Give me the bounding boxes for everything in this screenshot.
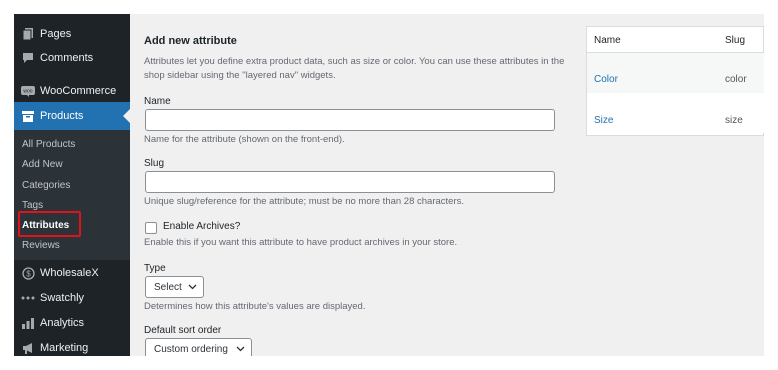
svg-text:woo: woo bbox=[23, 88, 32, 94]
name-description: Name for the attribute (shown on the fro… bbox=[144, 134, 345, 145]
attributes-table: Name Slug Color color Size size bbox=[586, 26, 764, 136]
svg-text:$: $ bbox=[26, 269, 31, 278]
name-label: Name bbox=[144, 96, 171, 107]
sidebar-item-woocommerce[interactable]: woo WooCommerce bbox=[14, 77, 130, 105]
attribute-slug: color bbox=[725, 74, 747, 85]
type-description: Determines how this attribute's values a… bbox=[144, 301, 366, 312]
form-intro: Attributes let you define extra product … bbox=[144, 56, 565, 81]
submenu-categories[interactable]: Categories bbox=[22, 180, 70, 191]
column-header-slug[interactable]: Slug bbox=[725, 35, 745, 46]
marketing-icon bbox=[21, 341, 35, 355]
table-row: Color color bbox=[587, 53, 764, 93]
sidebar-item-label: WholesaleX bbox=[40, 267, 99, 279]
sidebar-item-marketing[interactable]: Marketing bbox=[14, 334, 130, 356]
sidebar-item-label: Marketing bbox=[40, 342, 89, 354]
submenu-reviews[interactable]: Reviews bbox=[22, 240, 60, 251]
table-row: Size size bbox=[587, 93, 764, 133]
sidebar-item-label: Pages bbox=[40, 28, 72, 40]
analytics-icon bbox=[21, 316, 35, 330]
wholesalex-icon: $ bbox=[21, 266, 35, 280]
swatchly-icon bbox=[21, 291, 35, 305]
products-icon bbox=[21, 109, 35, 123]
enable-archives-label: Enable Archives? bbox=[163, 221, 241, 232]
slug-description: Unique slug/reference for the attribute;… bbox=[144, 196, 465, 207]
submenu-add-new[interactable]: Add New bbox=[22, 159, 63, 170]
table-header: Name Slug bbox=[587, 27, 764, 53]
type-select-value: Select bbox=[154, 281, 182, 293]
sort-order-label: Default sort order bbox=[144, 325, 222, 336]
submenu-tags[interactable]: Tags bbox=[22, 200, 43, 211]
column-header-name[interactable]: Name bbox=[594, 35, 621, 46]
sidebar-item-label: Products bbox=[40, 110, 84, 122]
attribute-slug: size bbox=[725, 115, 743, 126]
type-select[interactable]: Select bbox=[145, 276, 204, 298]
pages-icon bbox=[21, 27, 35, 41]
submenu-all-products[interactable]: All Products bbox=[22, 139, 75, 150]
sort-order-select-value: Custom ordering bbox=[154, 343, 228, 355]
attributes-highlight-box bbox=[18, 211, 81, 237]
sidebar-item-wholesalex[interactable]: $ WholesaleX bbox=[14, 259, 130, 287]
sidebar-item-label: Swatchly bbox=[40, 292, 85, 304]
slug-label: Slug bbox=[144, 158, 165, 169]
sidebar-item-products[interactable]: Products bbox=[14, 102, 130, 130]
products-submenu: All Products Add New Categories Tags Att… bbox=[14, 130, 130, 260]
attribute-name-link[interactable]: Size bbox=[594, 115, 613, 126]
admin-sidebar: Pages Comments woo WooCommerce Products … bbox=[14, 14, 130, 356]
sidebar-item-label: Comments bbox=[40, 52, 94, 64]
sort-order-select[interactable]: Custom ordering bbox=[145, 338, 252, 356]
app-frame: Pages Comments woo WooCommerce Products … bbox=[14, 14, 764, 356]
sidebar-item-analytics[interactable]: Analytics bbox=[14, 309, 130, 337]
enable-archives-checkbox[interactable] bbox=[145, 222, 157, 234]
chevron-down-icon bbox=[236, 344, 245, 353]
sidebar-item-swatchly[interactable]: Swatchly bbox=[14, 284, 130, 312]
attribute-name-link[interactable]: Color bbox=[594, 74, 618, 85]
sidebar-item-label: Analytics bbox=[40, 317, 85, 329]
slug-field[interactable] bbox=[145, 171, 555, 193]
woocommerce-icon: woo bbox=[21, 84, 35, 98]
chevron-down-icon bbox=[188, 282, 197, 291]
sidebar-item-comments[interactable]: Comments bbox=[14, 44, 130, 72]
type-label: Type bbox=[144, 263, 166, 274]
archives-description: Enable this if you want this attribute t… bbox=[144, 237, 458, 248]
name-field[interactable] bbox=[145, 109, 555, 131]
comments-icon bbox=[21, 51, 35, 65]
add-attribute-form: Add new attribute Attributes let you def… bbox=[130, 14, 580, 356]
sidebar-item-label: WooCommerce bbox=[40, 85, 117, 97]
form-title: Add new attribute bbox=[144, 35, 237, 47]
